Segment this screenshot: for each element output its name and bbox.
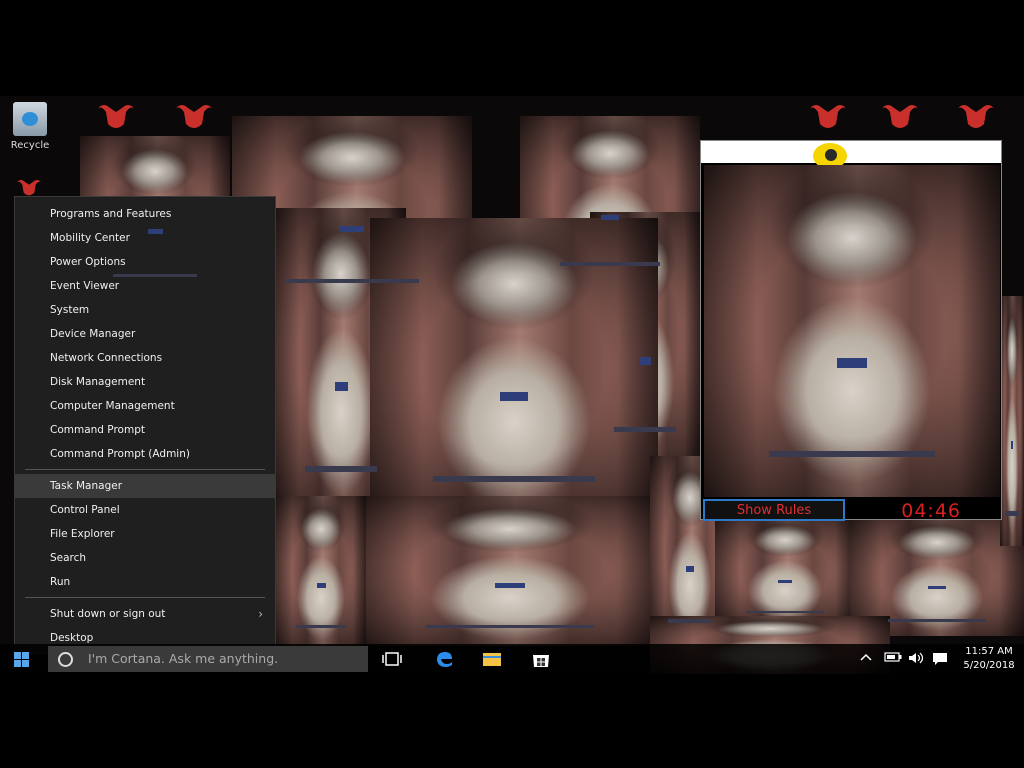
menu-item-disk-management[interactable]: Disk Management — [15, 370, 275, 394]
goat-skull-icon[interactable] — [806, 102, 850, 132]
goat-skull-icon[interactable] — [172, 102, 216, 132]
wallpaper-tile — [360, 496, 660, 646]
cortana-search-box[interactable]: I'm Cortana. Ask me anything. — [48, 646, 368, 672]
edge-browser-icon[interactable] — [434, 650, 454, 668]
menu-item-event-viewer[interactable]: Event Viewer — [15, 274, 275, 298]
menu-item-shut-down[interactable]: Shut down or sign out › — [15, 602, 275, 626]
store-icon[interactable] — [531, 650, 551, 668]
menu-item-shut-down-label: Shut down or sign out — [50, 608, 166, 620]
goat-skull-icon[interactable] — [12, 178, 46, 198]
menu-item-network-connections[interactable]: Network Connections — [15, 346, 275, 370]
wallpaper-tile — [276, 496, 366, 646]
windows-logo-icon — [14, 652, 21, 659]
menu-item-search[interactable]: Search — [15, 546, 275, 570]
start-button[interactable] — [14, 652, 30, 668]
menu-separator — [25, 469, 265, 470]
battery-icon[interactable] — [884, 652, 902, 665]
action-center-icon[interactable] — [932, 652, 948, 669]
menu-item-system[interactable]: System — [15, 298, 275, 322]
menu-item-programs-and-features[interactable]: Programs and Features — [15, 202, 275, 226]
recycle-bin-icon — [13, 102, 47, 136]
power-user-menu: Programs and Features Mobility Center Po… — [14, 196, 276, 654]
menu-item-task-manager[interactable]: Task Manager — [15, 474, 275, 498]
recycle-bin-label: Recycle — [10, 140, 50, 151]
cortana-placeholder: I'm Cortana. Ask me anything. — [88, 651, 279, 666]
chevron-up-icon[interactable] — [860, 652, 872, 665]
menu-separator — [25, 597, 265, 598]
cortana-icon — [58, 652, 73, 667]
wallpaper-tile — [715, 516, 855, 626]
rules-window-image — [704, 165, 1000, 497]
show-rules-button[interactable]: Show Rules — [703, 499, 845, 521]
countdown-timer: 04:46 — [901, 500, 961, 522]
volume-icon[interactable] — [908, 652, 926, 667]
goat-skull-icon[interactable] — [954, 102, 998, 132]
rules-window-titlebar[interactable] — [701, 141, 1001, 169]
file-explorer-icon[interactable] — [482, 650, 502, 668]
recycle-bin-shortcut[interactable]: Recycle — [8, 102, 52, 151]
clock-time: 11:57 AM — [965, 646, 1013, 657]
menu-item-command-prompt-admin[interactable]: Command Prompt (Admin) — [15, 442, 275, 466]
taskbar: I'm Cortana. Ask me anything. 11:57 AM 5… — [0, 644, 1024, 674]
wallpaper-tile — [1000, 296, 1024, 546]
menu-item-mobility-center[interactable]: Mobility Center — [15, 226, 275, 250]
system-clock[interactable]: 11:57 AM 5/20/2018 — [958, 645, 1020, 673]
menu-item-power-options[interactable]: Power Options — [15, 250, 275, 274]
goat-skull-icon[interactable] — [94, 102, 138, 132]
task-view-icon[interactable] — [382, 650, 402, 668]
chevron-right-icon: › — [258, 607, 263, 621]
ransom-rules-window: Show Rules 04:46 — [700, 140, 1002, 522]
menu-item-control-panel[interactable]: Control Panel — [15, 498, 275, 522]
menu-item-command-prompt[interactable]: Command Prompt — [15, 418, 275, 442]
menu-item-file-explorer[interactable]: File Explorer — [15, 522, 275, 546]
menu-item-computer-management[interactable]: Computer Management — [15, 394, 275, 418]
menu-item-run[interactable]: Run — [15, 570, 275, 594]
menu-item-device-manager[interactable]: Device Manager — [15, 322, 275, 346]
goat-skull-icon[interactable] — [878, 102, 922, 132]
clock-date: 5/20/2018 — [963, 660, 1015, 671]
